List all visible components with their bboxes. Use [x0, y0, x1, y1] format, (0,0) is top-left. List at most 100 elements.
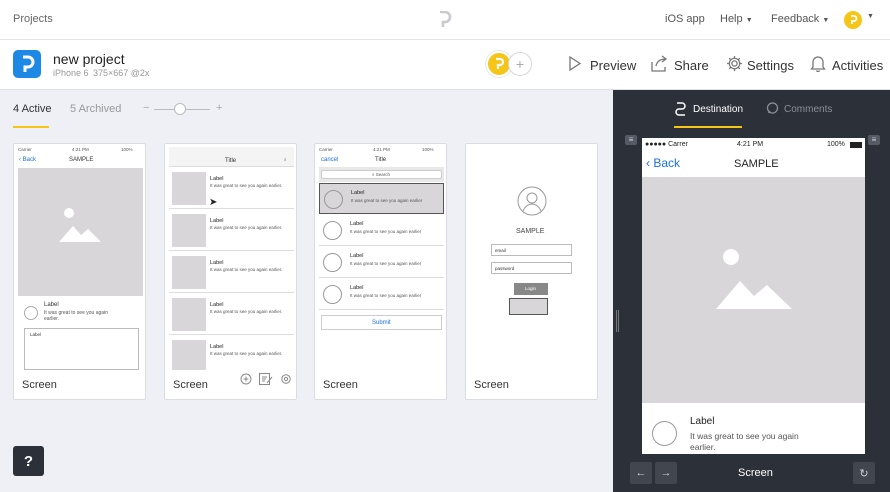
thumbnail-placeholder — [172, 214, 206, 247]
screen-card-3[interactable]: Carrier 4:21 PM 100% cancel Title ⌕ Sear… — [314, 143, 447, 400]
refresh-button[interactable]: ↻ — [853, 462, 875, 484]
active-tab-indicator — [674, 126, 742, 128]
item-subtitle: It was great to see you again earlier. — [210, 309, 283, 314]
submit-button[interactable]: Submit — [321, 315, 442, 330]
avatar-placeholder — [324, 190, 343, 209]
share-button[interactable]: Share — [674, 58, 709, 73]
item-subtitle: It was great to see you again earlier. — [210, 351, 283, 356]
screen-card-4[interactable]: SAMPLE email password Login Screen — [465, 143, 598, 400]
tab-destination[interactable]: Destination — [693, 104, 743, 115]
status-battery: 100% — [422, 147, 434, 152]
image-placeholder — [18, 168, 143, 296]
arrow-right-icon: → — [660, 467, 672, 479]
nav-back-button[interactable]: ‹ Back — [19, 157, 36, 163]
tab-active[interactable]: 4 Active — [13, 103, 52, 115]
activities-button[interactable]: Activities — [832, 58, 883, 73]
add-hotspot-icon[interactable] — [240, 372, 252, 390]
feedback-menu[interactable]: Feedback ▼ — [771, 13, 829, 25]
nav-back-button[interactable]: ‹ Back — [646, 156, 680, 170]
status-carrier: ●●●●● Carrer — [645, 141, 688, 148]
text-area: Label — [24, 328, 139, 370]
back-label: Back — [653, 156, 681, 170]
project-dimensions: 375×667 @2x — [93, 68, 150, 78]
zoom-out-icon[interactable]: − — [143, 102, 149, 114]
avatar-placeholder — [323, 285, 342, 304]
list-item[interactable]: Label It was great to see you again earli… — [319, 215, 444, 246]
image-icon — [59, 208, 101, 242]
user-avatar-placeholder-icon — [517, 186, 547, 216]
list-item[interactable]: Label It was great to see you again earli… — [169, 294, 294, 335]
list-item[interactable]: Label It was great to see you again earli… — [169, 252, 294, 293]
list-item-selected[interactable]: Label It was great to see you again earli… — [319, 183, 444, 214]
gear-icon[interactable] — [280, 372, 292, 390]
tab-comments[interactable]: Comments — [784, 104, 832, 115]
avatar-placeholder — [24, 306, 38, 320]
item-subtitle: It was great to see you again earlier — [351, 198, 423, 203]
screen-card-1[interactable]: Carrier 4:21 PM 100% ‹ Back SAMPLE Label… — [13, 143, 146, 400]
cancel-button[interactable]: cancel — [321, 157, 338, 163]
proto-logo-icon[interactable] — [438, 10, 452, 33]
preview-button[interactable]: Preview — [590, 58, 636, 73]
status-bar: Carrier 4:21 PM 100% — [18, 147, 143, 154]
list-item[interactable]: Label It was great to see you again earli… — [169, 168, 294, 209]
screen-name[interactable]: Screen — [323, 379, 358, 391]
item-label: Label — [351, 190, 365, 196]
resize-handle[interactable] — [616, 310, 619, 332]
edit-icon[interactable] — [259, 372, 273, 390]
submit-label: Submit — [372, 320, 391, 326]
text-area-label: Label — [30, 332, 42, 337]
list-item[interactable]: Label It was great to see you again earli… — [319, 279, 444, 310]
link-destination-panel: Destination Comments ≡ ≡ ●●●●● Carrer 4:… — [613, 90, 890, 492]
item-subtitle: It was great to see you again earlier. — [210, 225, 283, 230]
ios-app-link[interactable]: iOS app — [665, 13, 705, 25]
list-item[interactable]: Label It was great to see you again earli… — [169, 336, 294, 370]
refresh-icon: ↻ — [859, 467, 869, 480]
add-collaborator-button[interactable]: + — [508, 52, 532, 76]
thumbnail-placeholder — [172, 298, 206, 331]
password-field[interactable]: password — [491, 262, 572, 274]
item-label: Label — [350, 221, 364, 227]
nav-title: Title — [375, 157, 387, 163]
next-screen-button[interactable]: → — [655, 462, 677, 484]
screen-name[interactable]: Screen — [22, 379, 57, 391]
list-item[interactable]: Label It was great to see you again earli… — [169, 210, 294, 251]
mouse-cursor-icon: ➤ — [209, 197, 218, 208]
zoom-in-icon[interactable]: + — [216, 102, 222, 114]
active-tab-indicator — [13, 126, 49, 128]
help-menu[interactable]: Help ▼ — [720, 13, 753, 25]
user-avatar[interactable] — [844, 11, 862, 29]
list-item[interactable]: Label It was great to see you again earli… — [319, 247, 444, 278]
settings-button[interactable]: Settings — [747, 58, 794, 73]
zoom-slider-handle[interactable] — [174, 103, 186, 115]
login-button[interactable]: Login — [514, 283, 548, 295]
password-placeholder: password — [495, 266, 515, 271]
screen-name[interactable]: Screen — [474, 379, 509, 391]
projects-link[interactable]: Projects — [13, 13, 53, 25]
tab-archived[interactable]: 5 Archived — [70, 103, 121, 115]
panel-footer: ← → Screen ↻ — [613, 456, 890, 492]
thumbnail-placeholder — [172, 256, 206, 289]
project-name[interactable]: new project — [53, 51, 125, 67]
search-input[interactable]: ⌕ Search — [321, 170, 442, 179]
project-device: iPhone 6 — [53, 68, 89, 78]
selected-hotspot-area[interactable] — [509, 298, 548, 315]
help-button[interactable]: ? — [13, 446, 44, 476]
gear-icon — [726, 55, 743, 77]
status-carrier: Carrier — [18, 147, 32, 152]
project-bar: new project iPhone 6 375×667 @2x + Previ… — [0, 40, 890, 90]
search-placeholder: ⌕ Search — [372, 172, 391, 177]
panel-menu-right-icon[interactable]: ≡ — [868, 135, 880, 145]
project-icon — [13, 50, 41, 78]
top-bar: Projects iOS app Help ▼ Feedback ▼ ▼ — [0, 0, 890, 40]
screen-name[interactable]: Screen — [173, 379, 208, 391]
email-field[interactable]: email — [491, 244, 572, 256]
screen-card-2[interactable]: Title ⌕ Label It was great to see you aga… — [164, 143, 297, 400]
panel-menu-left-icon[interactable]: ≡ — [625, 135, 637, 145]
destination-screen-preview[interactable]: ●●●●● Carrer 4:21 PM 100% ‹ Back SAMPLE … — [642, 138, 865, 454]
item-label: Label — [44, 302, 59, 308]
destination-link-icon — [675, 102, 687, 121]
previous-screen-button[interactable]: ← — [630, 462, 652, 484]
chevron-down-icon: ▼ — [822, 17, 830, 24]
battery-icon — [850, 142, 862, 148]
chevron-down-icon[interactable]: ▼ — [867, 13, 874, 20]
